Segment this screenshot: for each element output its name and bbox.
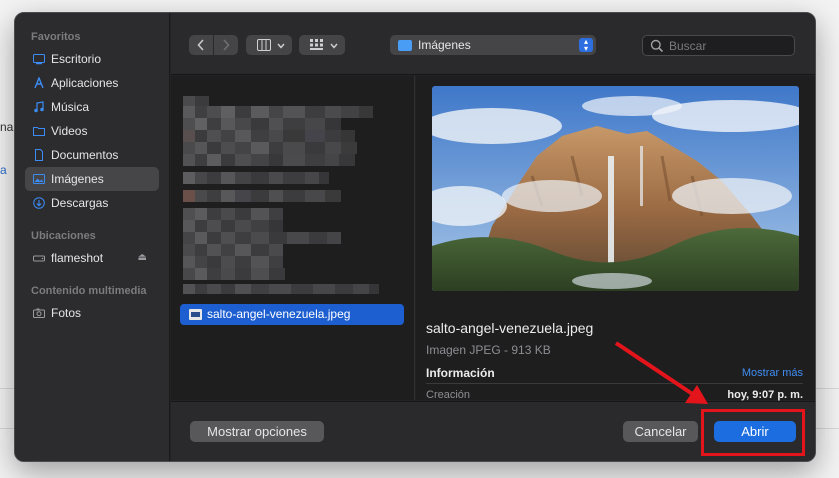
background-text-fragment: na [0, 120, 14, 134]
folder-icon [398, 40, 412, 51]
sidebar-item-pictures[interactable]: Imágenes [25, 167, 159, 191]
toolbar: Imágenes ▴ ▾ [171, 13, 815, 75]
location-popup[interactable]: Imágenes ▴ ▾ [390, 35, 596, 55]
sidebar-item-label: Imágenes [51, 172, 104, 186]
jpeg-file-icon [189, 309, 202, 320]
sidebar-item-label: Descargas [51, 196, 109, 210]
sidebar-item-label: Aplicaciones [51, 76, 119, 90]
sidebar-section-locations: Ubicaciones [31, 230, 96, 242]
sidebar-item-label: Videos [51, 124, 88, 138]
sidebar-item-label: Escritorio [51, 52, 102, 66]
sidebar-item-flameshot[interactable]: flameshot ⏏ [25, 246, 159, 270]
info-heading: Información [426, 366, 495, 380]
eject-icon[interactable]: ⏏ [138, 246, 147, 270]
search-icon [650, 39, 664, 53]
sidebar-section-favorites: Favoritos [31, 31, 81, 43]
annotation-highlight-box [701, 409, 805, 456]
columns-view-button[interactable] [246, 35, 292, 55]
forward-button[interactable] [214, 35, 238, 55]
created-value: hoy, 9:07 p. m. [727, 389, 803, 401]
sidebar-item-label: Documentos [51, 148, 119, 162]
sidebar-item-label: flameshot [51, 251, 104, 265]
info-divider [426, 383, 803, 384]
group-view-button[interactable] [299, 35, 345, 55]
search-field[interactable] [642, 35, 795, 56]
selected-file-name: salto-angel-venezuela.jpeg [207, 307, 351, 321]
sidebar-item-music[interactable]: Música [25, 95, 159, 119]
blurred-file-row[interactable] [183, 96, 393, 301]
preview-file-name: salto-angel-venezuela.jpeg [426, 320, 594, 336]
music-icon [34, 101, 44, 113]
preview-pane: salto-angel-venezuela.jpeg Imagen JPEG -… [416, 76, 815, 401]
applications-icon [34, 77, 44, 89]
location-label: Imágenes [418, 38, 471, 52]
sidebar-item-downloads[interactable]: Descargas [25, 191, 159, 215]
show-more-link[interactable]: Mostrar más [742, 367, 803, 379]
popup-stepper-icon: ▴ ▾ [579, 38, 593, 53]
document-icon [35, 149, 43, 161]
sidebar-item-label: Fotos [51, 306, 82, 320]
chevron-left-icon [197, 39, 204, 51]
image-preview [432, 86, 799, 291]
sidebar-item-label: Música [51, 100, 90, 114]
created-label: Creación [426, 389, 471, 401]
file-list[interactable]: salto-angel-venezuela.jpeg [171, 76, 415, 400]
camera-icon [33, 308, 45, 318]
back-button[interactable] [189, 35, 213, 55]
sidebar-item-photos[interactable]: Fotos [25, 301, 159, 325]
sidebar-item-applications[interactable]: Aplicaciones [25, 71, 159, 95]
chevron-right-icon [223, 39, 230, 51]
sidebar-section-media: Contenido multimedia [31, 285, 147, 297]
drive-icon [33, 255, 45, 262]
videos-folder-icon [33, 127, 45, 136]
selected-file-row[interactable]: salto-angel-venezuela.jpeg [180, 304, 404, 325]
desktop-icon [33, 54, 45, 65]
sidebar-item-videos[interactable]: Videos [25, 119, 159, 143]
search-input[interactable] [669, 38, 789, 53]
grid-icon [310, 39, 323, 50]
open-file-dialog: Favoritos Escritorio Aplicaciones Música… [14, 12, 816, 462]
show-options-button[interactable]: Mostrar opciones [190, 421, 324, 442]
pictures-icon [33, 174, 45, 184]
chevron-down-icon [277, 43, 285, 49]
downloads-icon [33, 197, 45, 209]
sidebar-item-desktop[interactable]: Escritorio [25, 47, 159, 71]
waterfall-photo [432, 86, 799, 291]
sidebar: Favoritos Escritorio Aplicaciones Música… [15, 13, 170, 461]
columns-view-icon [257, 39, 271, 51]
pixelated-filenames [183, 96, 379, 294]
sidebar-item-documents[interactable]: Documentos [25, 143, 159, 167]
chevron-down-icon [330, 43, 338, 49]
background-link-fragment: a [0, 163, 7, 177]
cancel-button[interactable]: Cancelar [623, 421, 698, 442]
preview-file-kind: Imagen JPEG - 913 KB [426, 343, 551, 357]
